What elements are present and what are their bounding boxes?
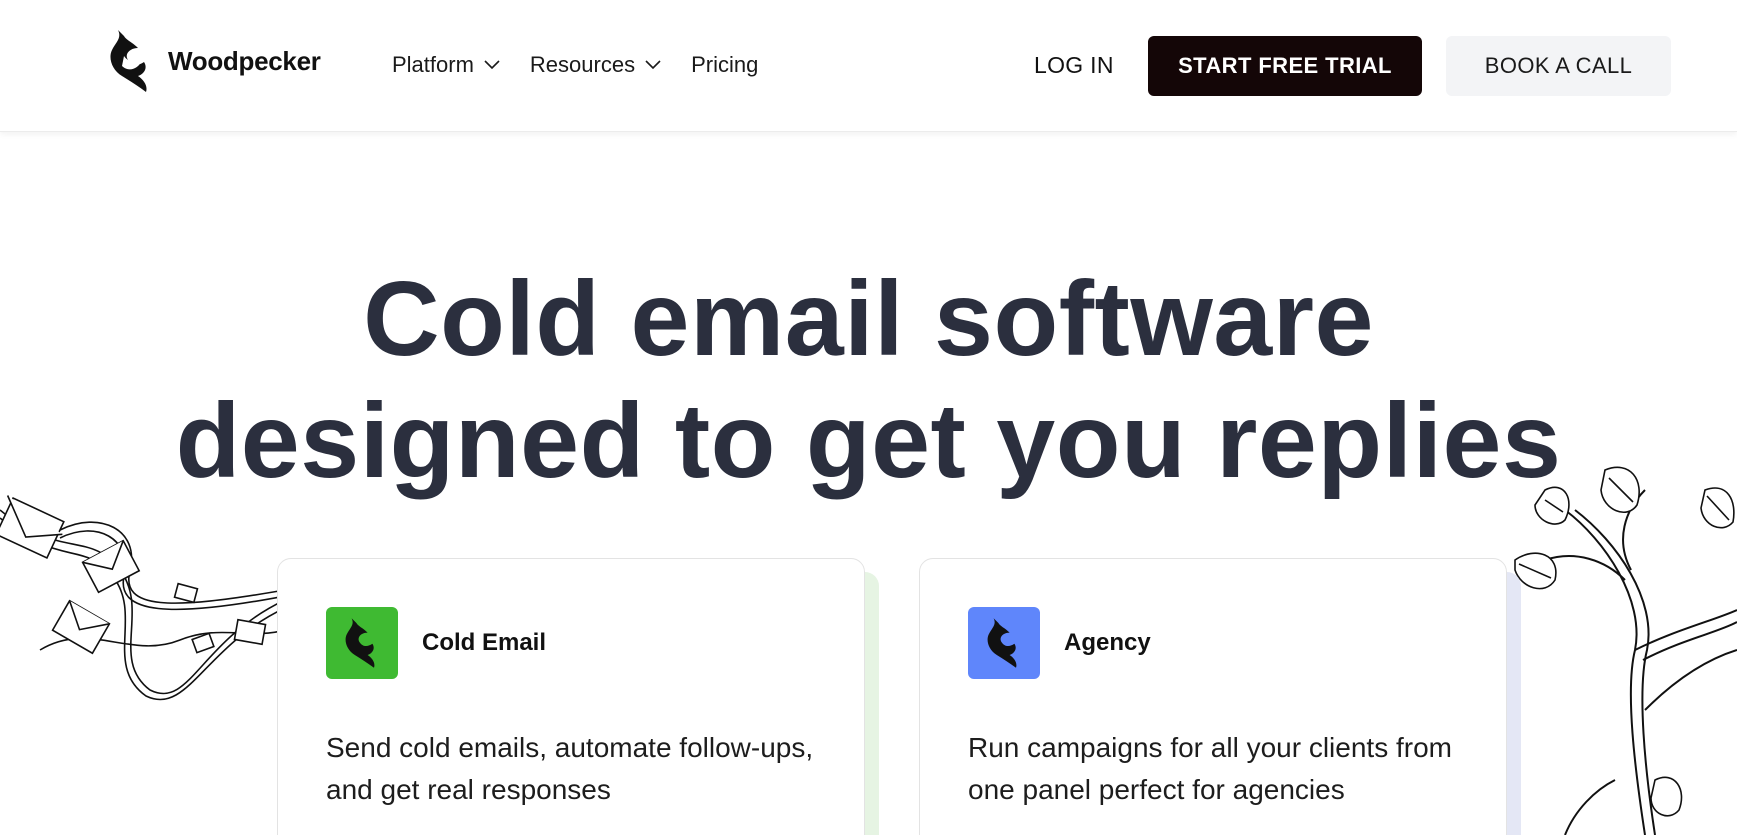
hero-title: Cold email software designed to get you … xyxy=(0,258,1737,502)
nav-item-label: Platform xyxy=(392,52,474,77)
chevron-down-icon xyxy=(484,60,500,70)
site-header: Woodpecker Platform Resources Pricing LO… xyxy=(0,0,1737,132)
card-title: Agency xyxy=(1064,629,1151,656)
card-body: Agency Run campaigns for all your client… xyxy=(919,558,1507,835)
envelopes-illustration xyxy=(0,495,285,701)
nav-item-platform[interactable]: Platform xyxy=(392,52,500,78)
brand-logo[interactable]: Woodpecker xyxy=(108,26,321,96)
card-icon-tile xyxy=(968,607,1040,679)
start-free-trial-button[interactable]: START FREE TRIAL xyxy=(1148,36,1422,96)
main-nav: Platform Resources Pricing xyxy=(392,52,758,78)
login-link[interactable]: LOG IN xyxy=(1034,52,1114,79)
nav-item-pricing[interactable]: Pricing xyxy=(691,52,758,78)
card-description: Send cold emails, automate follow-ups, a… xyxy=(326,732,814,805)
card-description: Run campaigns for all your clients from … xyxy=(968,732,1452,805)
nav-item-resources[interactable]: Resources xyxy=(530,52,661,78)
nav-item-label: Resources xyxy=(529,52,636,77)
woodpecker-logo-icon xyxy=(110,30,147,92)
book-a-call-button[interactable]: BOOK A CALL xyxy=(1446,36,1671,96)
woodpecker-logo-icon xyxy=(987,618,1017,668)
tree-branch-illustration xyxy=(1514,466,1737,835)
card-icon-tile xyxy=(326,607,398,679)
nav-item-label: Pricing xyxy=(691,52,759,77)
hero-title-line-1: Cold email software xyxy=(363,260,1374,378)
hero-title-line-2: designed to get you replies xyxy=(175,382,1562,500)
woodpecker-logo-icon xyxy=(345,618,375,668)
card-title: Cold Email xyxy=(422,629,547,656)
card-body: Cold Email Send cold emails, automate fo… xyxy=(277,558,865,835)
product-card-cold-email[interactable]: Cold Email Send cold emails, automate fo… xyxy=(277,558,879,835)
chevron-down-icon xyxy=(645,60,661,70)
product-card-agency[interactable]: Agency Run campaigns for all your client… xyxy=(919,558,1521,835)
brand-name: Woodpecker xyxy=(168,45,321,76)
